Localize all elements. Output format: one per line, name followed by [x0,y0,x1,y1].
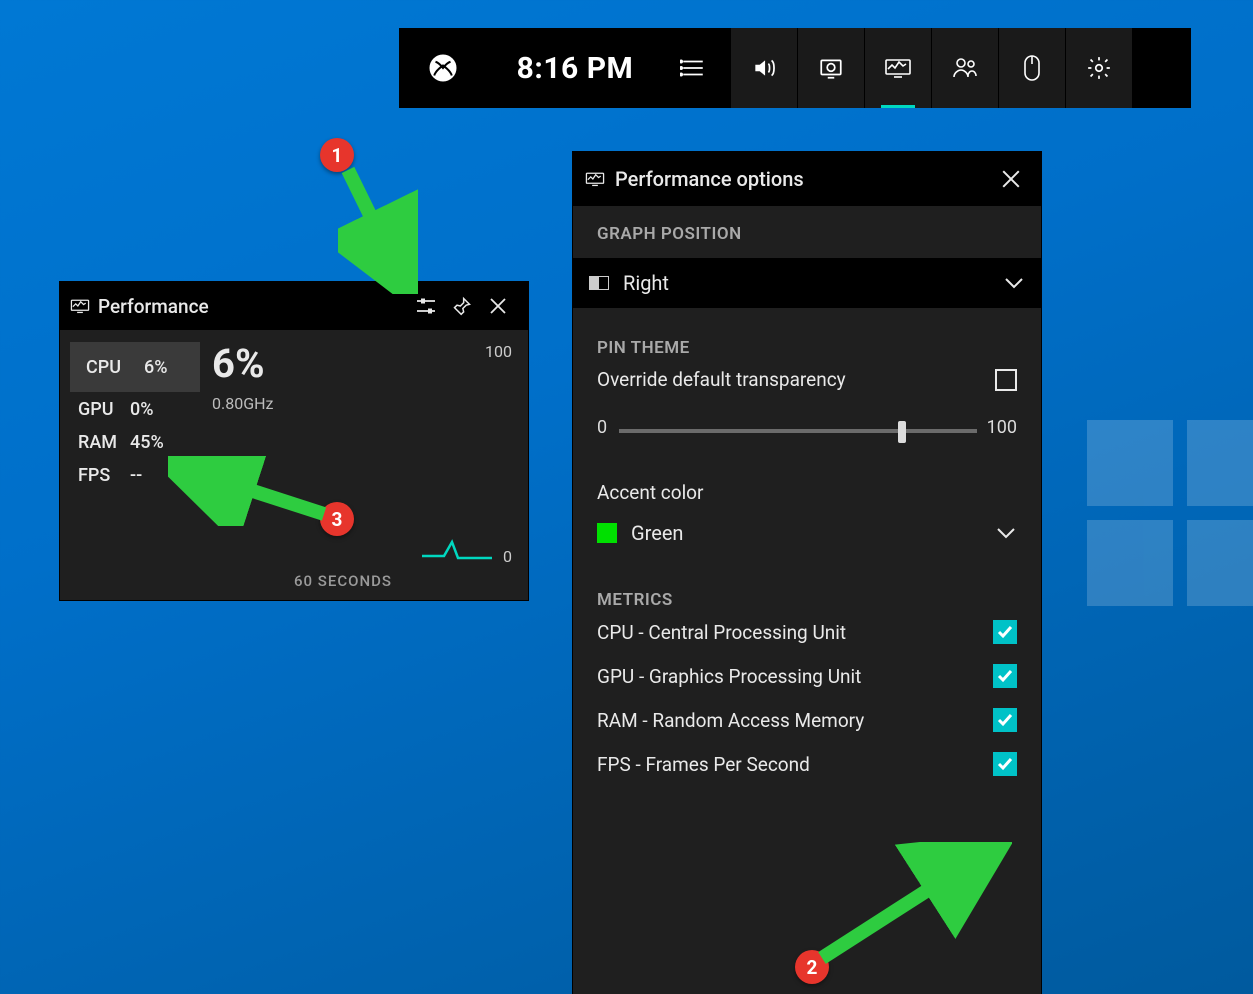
metric-option-fps[interactable]: FPS - Frames Per Second [597,752,1017,776]
chevron-down-icon [995,526,1017,540]
metrics-list: CPU6% GPU0% RAM45% FPS-- [70,342,200,590]
capture-button[interactable] [798,28,864,108]
metric-option-ram[interactable]: RAM - Random Access Memory [597,708,1017,732]
sparkline [422,536,492,562]
metric-option-label: FPS - Frames Per Second [597,753,810,776]
annotation-arrow-1 [338,164,418,294]
slider-max: 100 [987,417,1017,438]
performance-widget-header: Performance [60,282,528,330]
performance-graph: 100 0 60 SECONDS [273,342,512,590]
accent-color-heading: Accent color [597,481,1017,504]
metric-option-cpu[interactable]: CPU - Central Processing Unit [597,620,1017,644]
metric-row-ram[interactable]: RAM45% [70,427,200,458]
selected-metric-value: 6% [212,344,273,384]
graph-y-min: 0 [503,547,512,566]
metric-option-checkbox[interactable] [993,664,1017,688]
metric-row-cpu[interactable]: CPU6% [70,342,200,392]
chevron-down-icon [1003,276,1025,290]
metric-option-label: GPU - Graphics Processing Unit [597,665,861,688]
close-button[interactable] [995,163,1027,195]
annotation-badge-2: 2 [795,950,829,984]
close-button[interactable] [480,288,516,324]
metric-option-checkbox[interactable] [993,708,1017,732]
accent-color-value: Green [631,521,683,545]
annotation-badge-3: 3 [320,502,354,536]
metrics-heading: METRICS [597,590,1017,610]
metric-option-label: RAM - Random Access Memory [597,709,864,732]
widgets-menu-icon[interactable] [663,58,723,78]
audio-button[interactable] [731,28,797,108]
metric-option-checkbox[interactable] [993,620,1017,644]
annotation-badge-1: 1 [320,138,354,172]
override-transparency-row[interactable]: Override default transparency [597,368,1017,391]
accent-color-select[interactable]: Green [597,510,1017,556]
graph-position-select[interactable]: Right [573,258,1041,308]
metric-option-checkbox[interactable] [993,752,1017,776]
performance-widget-title: Performance [98,295,209,318]
clock: 8:16 PM [487,51,663,86]
graph-position-icon [589,276,609,290]
performance-icon [585,171,605,187]
graph-y-max: 100 [485,342,512,361]
xbox-social-button[interactable] [932,28,998,108]
game-bar-topbar: 8:16 PM [399,28,1191,108]
transparency-slider[interactable]: 0 100 [597,419,1017,443]
graph-position-heading: GRAPH POSITION [597,224,1017,244]
graph-x-label: 60 SECONDS [294,572,392,590]
metric-option-label: CPU - Central Processing Unit [597,621,846,644]
override-transparency-checkbox[interactable] [995,369,1017,391]
metric-row-fps[interactable]: FPS-- [70,460,200,491]
metric-row-gpu[interactable]: GPU0% [70,394,200,425]
override-transparency-label: Override default transparency [597,368,846,391]
slider-min: 0 [597,417,607,438]
performance-widget: Performance CPU6% GPU0% RAM45% FPS-- 6% … [60,282,528,600]
xbox-icon[interactable] [399,53,487,83]
mouse-settings-button[interactable] [999,28,1065,108]
metric-option-gpu[interactable]: GPU - Graphics Processing Unit [597,664,1017,688]
performance-button[interactable] [865,28,931,108]
selected-metric-subvalue: 0.80GHz [212,394,273,413]
pin-theme-heading: PIN THEME [597,338,1017,358]
performance-options-button[interactable] [408,288,444,324]
settings-button[interactable] [1066,28,1132,108]
pin-button[interactable] [444,288,480,324]
performance-icon [70,298,90,314]
graph-position-value: Right [623,271,669,295]
slider-thumb[interactable] [898,421,906,443]
options-panel-title: Performance options [615,167,804,191]
accent-color-swatch [597,523,617,543]
performance-options-panel: Performance options GRAPH POSITION Right… [573,152,1041,994]
